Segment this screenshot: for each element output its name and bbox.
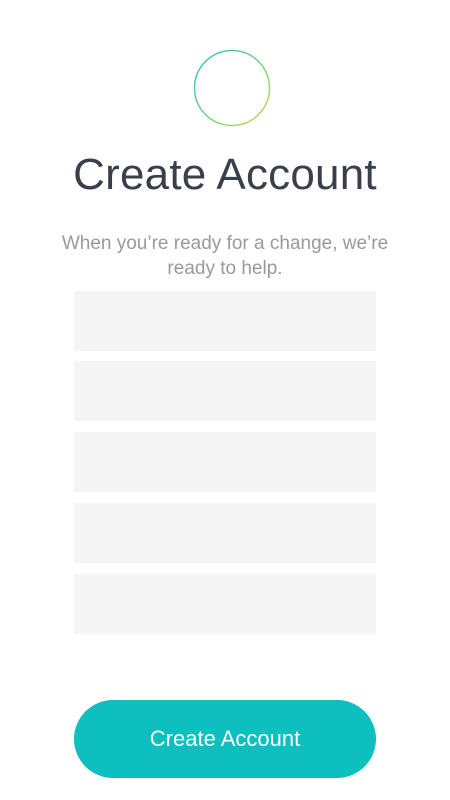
create-account-screen: Create Account When you’re ready for a c…	[0, 0, 450, 800]
page-title: Create Account	[73, 150, 377, 199]
form-field-3[interactable]	[74, 432, 376, 492]
form-field-4[interactable]	[74, 503, 376, 563]
page-subtitle: When you’re ready for a change, we’re re…	[61, 233, 389, 279]
form-field-1[interactable]	[74, 291, 376, 351]
form-field-5[interactable]	[74, 574, 376, 634]
form-field-2[interactable]	[74, 361, 376, 421]
plus-circle-icon	[193, 49, 271, 127]
create-account-button[interactable]: Create Account	[74, 700, 376, 778]
